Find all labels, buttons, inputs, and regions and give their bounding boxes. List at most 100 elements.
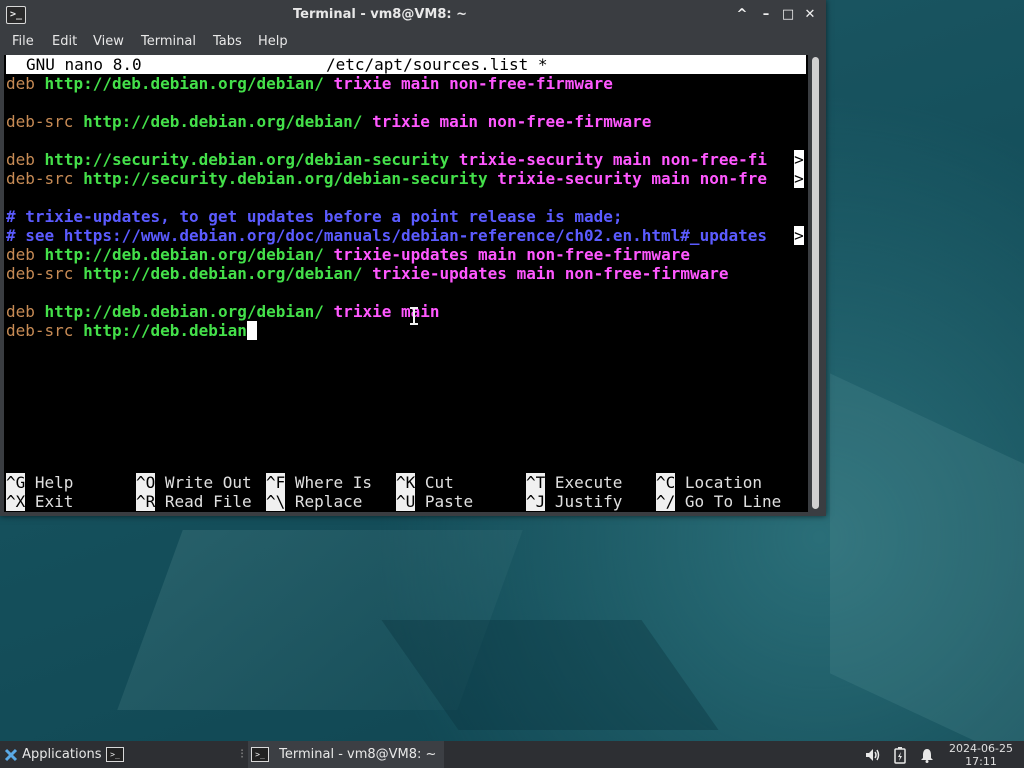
shortcut-key: ^G <box>6 473 26 492</box>
line-suites: trixie main <box>333 302 440 321</box>
shortcut-key: ^\ <box>266 492 286 511</box>
clock[interactable]: 2024-06-25 17:11 <box>946 741 1016 768</box>
shortcut-label: Execute <box>554 473 623 492</box>
menu-view[interactable]: View <box>93 30 124 54</box>
shortcut-justify[interactable]: ^J Justify <box>526 492 622 511</box>
clock-time: 17:11 <box>965 755 997 768</box>
line-suites: trixie-security main non-fre <box>497 169 768 188</box>
shortcut-key: ^X <box>6 492 26 511</box>
menu-terminal[interactable]: Terminal <box>141 30 196 54</box>
line-suites: trixie-updates main non-free-firmware <box>372 264 729 283</box>
window-titlebar[interactable]: >_ Terminal - vm8@VM8: ~ ^ – □ ✕ <box>0 0 826 30</box>
line-keyword: deb-src <box>6 169 74 188</box>
taskbar: Applications >_ ⁝ >_ Terminal - vm8@VM8:… <box>0 741 1024 768</box>
text-cursor <box>246 321 257 340</box>
editor-line: deb http://deb.debian.org/debian/ trixie… <box>6 302 440 321</box>
notification-bell-icon <box>921 748 933 763</box>
shortcut-label: Write Out <box>164 473 252 492</box>
shortcut-label: Replace <box>294 492 363 511</box>
shade-button[interactable]: ^ <box>732 5 752 25</box>
shortcut-key: ^C <box>656 473 676 492</box>
shortcut-paste[interactable]: ^U Paste <box>396 492 473 511</box>
nano-title-bar: GNU nano 8.0 /etc/apt/sources.list * <box>6 55 806 74</box>
editor-line: deb-src http://security.debian.org/debia… <box>6 169 767 188</box>
shortcut-where-is[interactable]: ^F Where Is <box>266 473 372 492</box>
line-suites: trixie-security main non-free-fi <box>458 150 768 169</box>
comment-line: # trixie-updates, to get updates before … <box>6 207 623 226</box>
shortcut-label: Help <box>34 473 74 492</box>
close-button[interactable]: ✕ <box>800 5 820 25</box>
shortcut-exit[interactable]: ^X Exit <box>6 492 73 511</box>
line-keyword: deb <box>6 150 35 169</box>
taskbar-terminal-task[interactable]: >_ Terminal - vm8@VM8: ~ <box>248 741 444 768</box>
volume-button[interactable] <box>864 741 882 768</box>
line-url: http://deb.debian.org/debian/ <box>44 74 324 93</box>
terminal-window[interactable]: >_ Terminal - vm8@VM8: ~ ^ – □ ✕ File Ed… <box>0 0 826 516</box>
line-keyword: deb <box>6 302 35 321</box>
shortcut-write-out[interactable]: ^O Write Out <box>136 473 252 492</box>
editor-line: deb-src http://deb.debian.org/debian/ tr… <box>6 264 729 283</box>
shortcut-label: Exit <box>34 492 74 511</box>
nano-version: GNU nano 8.0 <box>26 55 142 74</box>
terminal-scrollbar[interactable] <box>810 55 822 512</box>
wallpaper-shape <box>830 373 1024 767</box>
shortcut-cut[interactable]: ^K Cut <box>396 473 454 492</box>
line-keyword: deb-src <box>6 112 74 131</box>
shortcut-key: ^U <box>396 492 416 511</box>
shortcut-label: Cut <box>424 473 454 492</box>
notifications-button[interactable] <box>919 741 935 768</box>
shortcut-label: Go To Line <box>684 492 782 511</box>
shortcut-label: Location <box>684 473 762 492</box>
shortcut-label: Paste <box>424 492 474 511</box>
line-suites: trixie main non-free-firmware <box>333 74 613 93</box>
menu-file[interactable]: File <box>12 30 34 54</box>
terminal-viewport[interactable]: GNU nano 8.0 /etc/apt/sources.list * deb… <box>4 55 808 512</box>
line-url: http://deb.debian.org/debian/ <box>44 245 324 264</box>
shortcut-replace[interactable]: ^\ Replace <box>266 492 362 511</box>
terminal-task-label: Terminal - vm8@VM8: ~ <box>279 747 437 762</box>
taskbar-separator: ⁝ <box>240 747 245 762</box>
maximize-button[interactable]: □ <box>778 5 798 25</box>
menu-help[interactable]: Help <box>258 30 288 54</box>
shortcut-key: ^R <box>136 492 156 511</box>
terminal-launcher-icon: >_ <box>106 747 124 762</box>
line-keyword: deb <box>6 74 35 93</box>
line-truncation-marker: > <box>794 169 804 188</box>
terminal-launcher[interactable]: >_ <box>106 741 124 768</box>
menu-edit[interactable]: Edit <box>52 30 77 54</box>
menu-bar: File Edit View Terminal Tabs Help <box>0 30 826 54</box>
applications-label: Applications <box>22 747 102 762</box>
shortcut-key: ^O <box>136 473 156 492</box>
shortcut-read-file[interactable]: ^R Read File <box>136 492 252 511</box>
line-truncation-marker: > <box>794 226 804 245</box>
editor-line: deb-src http://deb.debian.org/debian/ tr… <box>6 112 651 131</box>
menu-tabs[interactable]: Tabs <box>213 30 242 54</box>
shortcut-label: Where Is <box>294 473 372 492</box>
battery-button[interactable] <box>893 741 907 768</box>
line-url: http://security.debian.org/debian-securi… <box>83 169 488 188</box>
nano-filename: /etc/apt/sources.list * <box>326 55 548 74</box>
window-title: Terminal - vm8@VM8: ~ <box>292 7 468 22</box>
applications-logo-icon <box>4 748 18 761</box>
editor-line: deb http://deb.debian.org/debian/ trixie… <box>6 74 613 93</box>
shortcut-key: ^/ <box>656 492 676 511</box>
line-suites: trixie main non-free-firmware <box>372 112 652 131</box>
minimize-button[interactable]: – <box>756 5 776 25</box>
shortcut-location[interactable]: ^C Location <box>656 473 762 492</box>
shortcut-label: Read File <box>164 492 252 511</box>
shortcut-go-to-line[interactable]: ^/ Go To Line <box>656 492 781 511</box>
line-keyword: deb-src <box>6 264 74 283</box>
shortcut-key: ^J <box>526 492 546 511</box>
shortcut-help[interactable]: ^G Help <box>6 473 73 492</box>
line-keyword: deb <box>6 245 35 264</box>
shortcut-key: ^T <box>526 473 546 492</box>
line-suites: trixie-updates main non-free-firmware <box>333 245 690 264</box>
comment-line: # see https://www.debian.org/doc/manuals… <box>6 226 767 245</box>
editor-line-current: deb-src http://deb.debian <box>6 321 257 340</box>
wallpaper-shape <box>381 620 719 730</box>
scrollbar-thumb[interactable] <box>812 57 819 509</box>
shortcut-execute[interactable]: ^T Execute <box>526 473 622 492</box>
volume-icon <box>866 748 880 761</box>
line-url: http://deb.debian <box>83 321 247 340</box>
applications-menu-button[interactable]: Applications <box>4 741 102 768</box>
